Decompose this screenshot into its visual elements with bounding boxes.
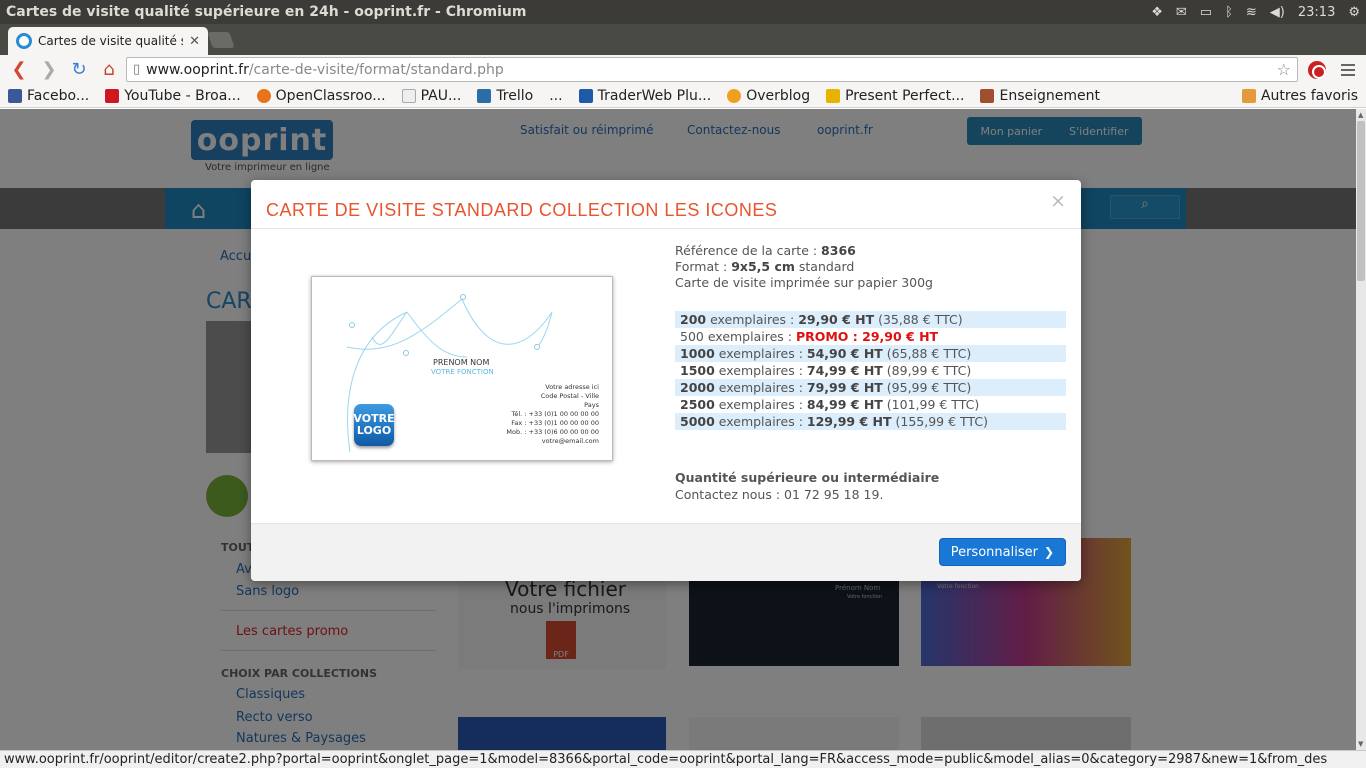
card-name: PRENOM NOM <box>433 358 490 367</box>
bookmark-youtube[interactable]: YouTube - Broa... <box>105 88 241 104</box>
mail-icon[interactable]: ✉ <box>1176 5 1187 20</box>
bookmark-star-icon[interactable]: ☆ <box>1277 60 1291 79</box>
scroll-thumb[interactable] <box>1357 121 1365 281</box>
window-title: Cartes de visite qualité supérieure en 2… <box>6 4 527 20</box>
folder-icon <box>1241 88 1256 103</box>
wifi-icon[interactable]: ≋ <box>1246 5 1257 20</box>
bluetooth-icon[interactable]: ᛒ <box>1225 5 1233 20</box>
url-path: /carte-de-visite/format/standard.php <box>248 61 504 78</box>
back-button[interactable]: ❮ <box>6 58 32 82</box>
address-bar[interactable]: ▯ www.ooprint.fr/carte-de-visite/format/… <box>126 57 1298 82</box>
product-info: Référence de la carte : 8366 Format : 9x… <box>675 243 933 291</box>
chevron-right-icon: ❯ <box>1043 545 1054 559</box>
page-icon <box>401 88 416 103</box>
format-value: 9x5,5 cm <box>731 259 795 274</box>
bookmark-openclassrooms[interactable]: OpenClassroo... <box>256 88 386 104</box>
modal-title: CARTE DE VISITE STANDARD COLLECTION LES … <box>266 200 778 220</box>
price-row: 2000 exemplaires : 79,99 € HT (95,99 € T… <box>675 379 1066 396</box>
bookmark-present-perfect[interactable]: Present Perfect... <box>826 88 964 104</box>
overblog-icon <box>727 88 742 103</box>
reference-line: Référence de la carte : 8366 <box>675 243 856 258</box>
browser-tab[interactable]: Cartes de visite qualité su ✕ <box>8 27 208 55</box>
personnaliser-button[interactable]: Personnaliser ❯ <box>938 538 1066 566</box>
other-bookmarks-folder[interactable]: Autres favoris <box>1241 88 1358 104</box>
page-info-icon[interactable]: ▯ <box>133 62 140 77</box>
browser-menu-button[interactable] <box>1336 63 1360 76</box>
scroll-up-icon[interactable]: ▲ <box>1358 111 1363 119</box>
format-line: Format : 9x5,5 cm standard <box>675 259 855 274</box>
price-row: 1500 exemplaires : 74,99 € HT (89,99 € T… <box>680 363 972 378</box>
quantity-title: Quantité supérieure ou intermédiaire <box>675 470 940 485</box>
new-tab-button[interactable] <box>207 32 235 48</box>
personnaliser-label: Personnaliser <box>950 544 1038 560</box>
reference-value: 8366 <box>821 243 856 258</box>
traderweb-icon <box>578 88 593 103</box>
scroll-down-icon[interactable]: ▼ <box>1358 740 1363 748</box>
card-logo: VOTRE LOGO <box>353 404 395 446</box>
product-modal: CARTE DE VISITE STANDARD COLLECTION LES … <box>251 180 1081 581</box>
stop-sign-icon <box>1308 60 1326 79</box>
volume-icon[interactable]: ◀) <box>1270 5 1285 20</box>
os-top-bar: Cartes de visite qualité supérieure en 2… <box>0 0 1366 24</box>
bookmark-unnamed[interactable]: ... <box>549 88 562 104</box>
tab-title: Cartes de visite qualité su <box>38 34 184 48</box>
price-row: 200 exemplaires : 29,90 € HT (35,88 € TT… <box>675 311 1066 328</box>
card-address: Votre adresse ici Code Postal - Ville Pa… <box>506 383 599 445</box>
page-scrollbar[interactable]: ▲ ▼ <box>1356 109 1366 750</box>
tab-strip: Cartes de visite qualité su ✕ <box>0 24 1366 55</box>
youtube-icon <box>105 88 120 103</box>
tab-favicon-icon <box>16 33 32 49</box>
bookmark-pau[interactable]: PAU... <box>401 88 461 104</box>
settings-gear-icon[interactable]: ⚙ <box>1348 5 1360 20</box>
status-bar-url: www.ooprint.fr/ooprint/editor/create2.ph… <box>0 750 1366 768</box>
price-row: 1000 exemplaires : 54,90 € HT (65,88 € T… <box>675 345 1066 362</box>
present-perfect-icon <box>826 88 841 103</box>
trello-icon <box>477 88 492 103</box>
price-table: 200 exemplaires : 29,90 € HT (35,88 € TT… <box>675 311 1066 430</box>
bookmark-facebook[interactable]: Facebo... <box>8 88 89 104</box>
close-icon[interactable]: × <box>1050 190 1066 212</box>
quantity-contact: Contactez nous : 01 72 95 18 19. <box>675 487 884 502</box>
home-button[interactable]: ⌂ <box>96 58 122 82</box>
business-card-preview: PRENOM NOM VOTRE FONCTION Votre adresse … <box>311 276 613 461</box>
tab-close-icon[interactable]: ✕ <box>189 34 200 49</box>
bookmarks-bar: Facebo... YouTube - Broa... OpenClassroo… <box>0 84 1366 108</box>
price-row: 2500 exemplaires : 84,99 € HT (101,99 € … <box>680 397 980 412</box>
reload-button[interactable]: ↻ <box>66 58 92 82</box>
bookmark-trello[interactable]: Trello <box>477 88 533 104</box>
os-indicators: ❖ ✉ ▭ ᛒ ≋ ◀) 23:13 ⚙ <box>1151 5 1360 20</box>
openclassrooms-icon <box>256 88 271 103</box>
enseignement-icon <box>980 88 995 103</box>
bookmark-enseignement[interactable]: Enseignement <box>980 88 1100 104</box>
forward-button[interactable]: ❯ <box>36 58 62 82</box>
bookmark-overblog[interactable]: Overblog <box>727 88 810 104</box>
battery-icon[interactable]: ▭ <box>1200 5 1212 20</box>
web-page: ooprint Votre imprimeur en ligne Satisfa… <box>0 109 1356 750</box>
dropbox-icon[interactable]: ❖ <box>1151 5 1163 20</box>
clock[interactable]: 23:13 <box>1298 5 1335 20</box>
card-function: VOTRE FONCTION <box>431 368 494 376</box>
promo-badge: PROMO : 29,90 € HT <box>795 329 939 344</box>
modal-header: CARTE DE VISITE STANDARD COLLECTION LES … <box>251 180 1081 229</box>
bookmark-traderweb[interactable]: TraderWeb Plu... <box>578 88 711 104</box>
paper-line: Carte de visite imprimée sur papier 300g <box>675 275 933 290</box>
browser-toolbar: ❮ ❯ ↻ ⌂ ▯ www.ooprint.fr/carte-de-visite… <box>0 55 1366 84</box>
price-row-promo: 500 exemplaires : PROMO : 29,90 € HT <box>680 329 939 344</box>
modal-footer: Personnaliser ❯ <box>251 523 1081 581</box>
facebook-icon <box>8 88 22 103</box>
price-row: 5000 exemplaires : 129,99 € HT (155,99 €… <box>675 413 1066 430</box>
url-host: www.ooprint.fr <box>146 61 249 78</box>
adblock-extension-button[interactable] <box>1302 58 1332 82</box>
